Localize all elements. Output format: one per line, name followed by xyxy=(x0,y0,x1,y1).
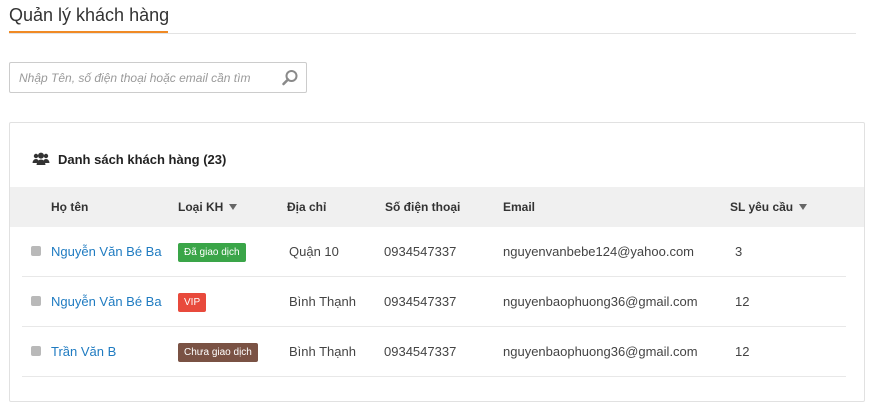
requests-count-cell: 3 xyxy=(735,244,743,259)
table-row[interactable]: Nguyễn Văn Bé Ba VIP Bình Thạnh 09345473… xyxy=(22,277,846,327)
address-cell: Quận 10 xyxy=(289,244,339,259)
sort-down-icon[interactable] xyxy=(229,204,238,210)
column-header-requests[interactable]: SL yêu cầu xyxy=(730,187,808,227)
sort-down-icon[interactable] xyxy=(799,204,808,210)
email-cell: nguyenbaophuong36@gmail.com xyxy=(503,344,698,359)
phone-cell: 0934547337 xyxy=(384,344,457,359)
search-box[interactable] xyxy=(9,62,307,93)
customer-name-link[interactable]: Trần Văn B xyxy=(51,344,116,359)
phone-cell: 0934547337 xyxy=(384,244,457,259)
table-header: Họ tên Loại KH Địa chỉ Số điện thoại Ema… xyxy=(10,187,864,227)
address-cell: Bình Thạnh xyxy=(289,294,356,309)
requests-count-cell: 12 xyxy=(735,344,750,359)
search-input[interactable] xyxy=(10,63,275,92)
search-icon[interactable] xyxy=(281,69,299,87)
table-row[interactable]: Trần Văn B Chưa giao dịch Bình Thạnh 093… xyxy=(22,327,846,377)
column-header-type[interactable]: Loại KH xyxy=(178,187,238,227)
customer-type-badge: VIP xyxy=(178,293,207,313)
customer-name-link[interactable]: Nguyễn Văn Bé Ba xyxy=(51,294,162,309)
requests-count-cell: 12 xyxy=(735,294,750,309)
customer-name-link[interactable]: Nguyễn Văn Bé Ba xyxy=(51,244,162,259)
panel-header: Danh sách khách hàng (23) xyxy=(32,149,226,169)
column-header-name: Họ tên xyxy=(51,200,89,214)
page-title: Quản lý khách hàng xyxy=(9,5,170,25)
phone-cell: 0934547337 xyxy=(384,294,457,309)
column-header-email: Email xyxy=(503,200,536,214)
column-header-address: Địa chỉ xyxy=(287,200,327,214)
address-cell: Bình Thạnh xyxy=(289,344,356,359)
users-icon xyxy=(32,152,50,165)
customer-list-panel: Danh sách khách hàng (23) Họ tên Loại KH… xyxy=(9,122,865,402)
email-cell: nguyenvanbebe124@yahoo.com xyxy=(503,244,695,259)
column-header-phone: Số điện thoại xyxy=(385,200,461,214)
row-checkbox[interactable] xyxy=(31,296,41,306)
row-checkbox[interactable] xyxy=(31,346,41,356)
title-divider xyxy=(9,33,856,34)
table-row[interactable]: Nguyễn Văn Bé Ba Đã giao dịch Quận 10 09… xyxy=(22,227,846,277)
customer-type-badge: Đã giao dịch xyxy=(178,243,246,263)
panel-title: Danh sách khách hàng (23) xyxy=(58,151,227,167)
email-cell: nguyenbaophuong36@gmail.com xyxy=(503,294,698,309)
customer-type-badge: Chưa giao dịch xyxy=(178,343,258,363)
row-checkbox[interactable] xyxy=(31,246,41,256)
